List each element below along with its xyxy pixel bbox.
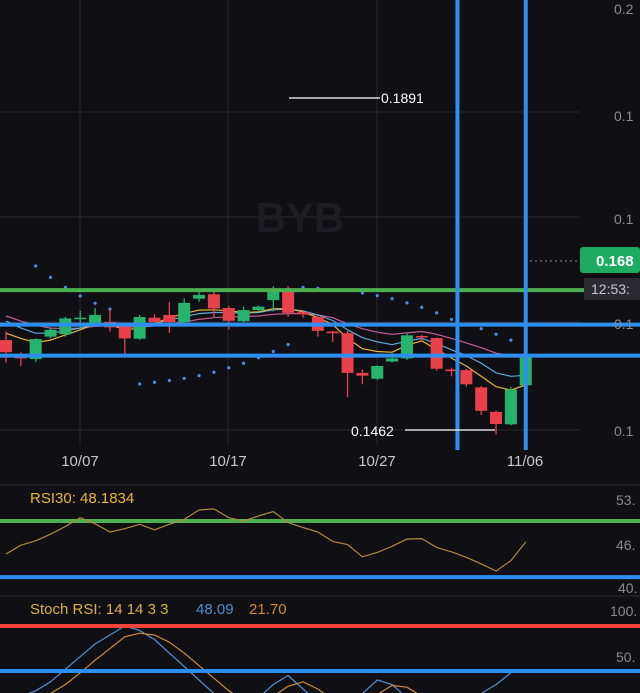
candle-down bbox=[475, 387, 488, 411]
candle-up bbox=[193, 294, 206, 299]
candle-up bbox=[44, 329, 57, 337]
candle-down bbox=[326, 331, 339, 334]
date-tick-label: 10/17 bbox=[209, 453, 247, 470]
sar-dot bbox=[78, 294, 82, 298]
candle-down bbox=[148, 317, 161, 323]
candle-up bbox=[237, 310, 250, 322]
sar-dot bbox=[449, 317, 454, 322]
chart-background bbox=[0, 0, 640, 693]
countdown-tag: 12:53: bbox=[584, 278, 640, 300]
candle-down bbox=[460, 370, 473, 385]
candle-down bbox=[282, 289, 295, 313]
sar-dot bbox=[227, 366, 231, 370]
sar-dot bbox=[286, 343, 290, 347]
rsi-tick-label: 46. bbox=[616, 537, 635, 553]
price-tag-text: 0.168 bbox=[596, 253, 634, 270]
candle-down bbox=[0, 340, 12, 353]
price-tick-label: 0.1 bbox=[614, 423, 634, 439]
sar-dot bbox=[197, 374, 201, 378]
sar-dot bbox=[182, 376, 186, 381]
stoch-tick-label: 50. bbox=[616, 649, 635, 665]
candle-up bbox=[386, 358, 399, 362]
rsi-tick-label: 53. bbox=[616, 492, 635, 508]
watermark: BYB bbox=[256, 194, 345, 241]
high-label: 0.1891 bbox=[381, 90, 424, 106]
date-tick-label: 10/07 bbox=[61, 453, 99, 470]
candle-down bbox=[490, 411, 503, 424]
sar-dot bbox=[34, 264, 38, 268]
candle-up bbox=[178, 302, 191, 323]
sar-dot bbox=[390, 297, 394, 301]
stoch-label-k: 48.09 bbox=[196, 601, 234, 618]
candle-down bbox=[222, 308, 235, 321]
candle-up bbox=[371, 366, 384, 379]
candle-down bbox=[341, 333, 354, 373]
low-label: 0.1462 bbox=[351, 423, 394, 439]
sar-dot bbox=[212, 370, 216, 374]
sar-dot bbox=[435, 311, 439, 315]
sar-dot bbox=[167, 378, 171, 383]
sar-dot bbox=[375, 294, 379, 298]
price-tick-label: 0.1 bbox=[614, 211, 634, 227]
candle-up bbox=[504, 389, 517, 425]
sar-dot bbox=[48, 275, 53, 279]
countdown-tag-text: 12:53: bbox=[591, 281, 630, 297]
date-tick-label: 11/06 bbox=[507, 453, 543, 470]
rsi-label: RSI30: 48.1834 bbox=[30, 490, 134, 507]
sar-dot bbox=[93, 301, 97, 305]
price-tag: 0.168 bbox=[580, 247, 640, 273]
sar-dot bbox=[152, 380, 157, 384]
sar-dot bbox=[420, 305, 424, 309]
candle-down bbox=[356, 372, 369, 376]
date-tick-label: 10/27 bbox=[358, 453, 396, 470]
price-tick-label: 0.2 bbox=[614, 1, 634, 17]
candle-down bbox=[297, 312, 309, 315]
sar-dot bbox=[405, 301, 409, 305]
candle-up bbox=[133, 317, 146, 339]
rsi-tick-label: 40. bbox=[618, 580, 637, 596]
price-tick-label: 0.1 bbox=[614, 316, 634, 332]
sar-dot bbox=[479, 327, 483, 331]
sar-dot bbox=[494, 332, 498, 336]
trading-chart[interactable]: BYB 0.1891 0.1462 0.2 0.1 0.1 0.1 0.1 0.… bbox=[0, 0, 640, 693]
stoch-label: Stoch RSI: 14 14 3 3 48.09 21.70 bbox=[30, 601, 287, 618]
price-tick-label: 0.1 bbox=[614, 108, 634, 124]
stoch-label-prefix: Stoch RSI: 14 14 3 3 bbox=[30, 601, 168, 618]
candle-down bbox=[207, 294, 220, 309]
sar-dot bbox=[509, 338, 513, 342]
candle-down bbox=[415, 335, 428, 338]
candle-down bbox=[430, 338, 443, 369]
stoch-tick-label: 100. bbox=[610, 603, 637, 619]
candle-up bbox=[74, 317, 87, 320]
sar-dot bbox=[138, 382, 142, 386]
candle-down bbox=[118, 325, 131, 339]
candle-up bbox=[252, 306, 265, 311]
rsi-axis: 53. 46. 40. bbox=[616, 492, 637, 596]
sar-dot bbox=[271, 349, 275, 354]
stoch-label-d: 21.70 bbox=[249, 601, 287, 618]
candle-down bbox=[163, 314, 176, 323]
sar-dot bbox=[242, 361, 246, 365]
